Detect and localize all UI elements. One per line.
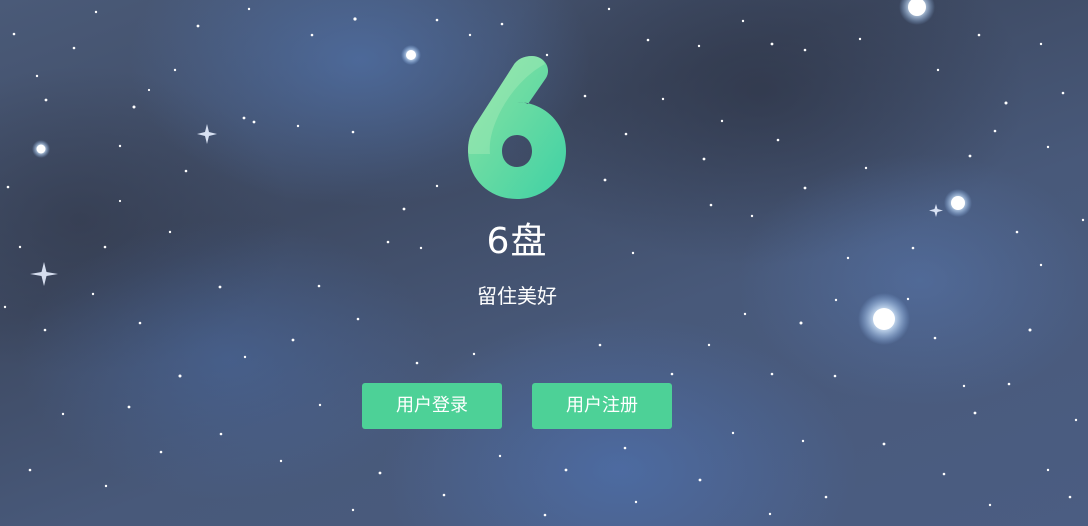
- app-title: 6盘: [486, 221, 548, 262]
- six-logo-icon: [468, 56, 566, 199]
- app-slogan: 留住美好: [477, 284, 557, 308]
- register-button[interactable]: 用户注册: [532, 383, 672, 429]
- landing-content: 6盘 留住美好 用户登录 用户注册: [0, 0, 1088, 526]
- login-button[interactable]: 用户登录: [362, 383, 502, 429]
